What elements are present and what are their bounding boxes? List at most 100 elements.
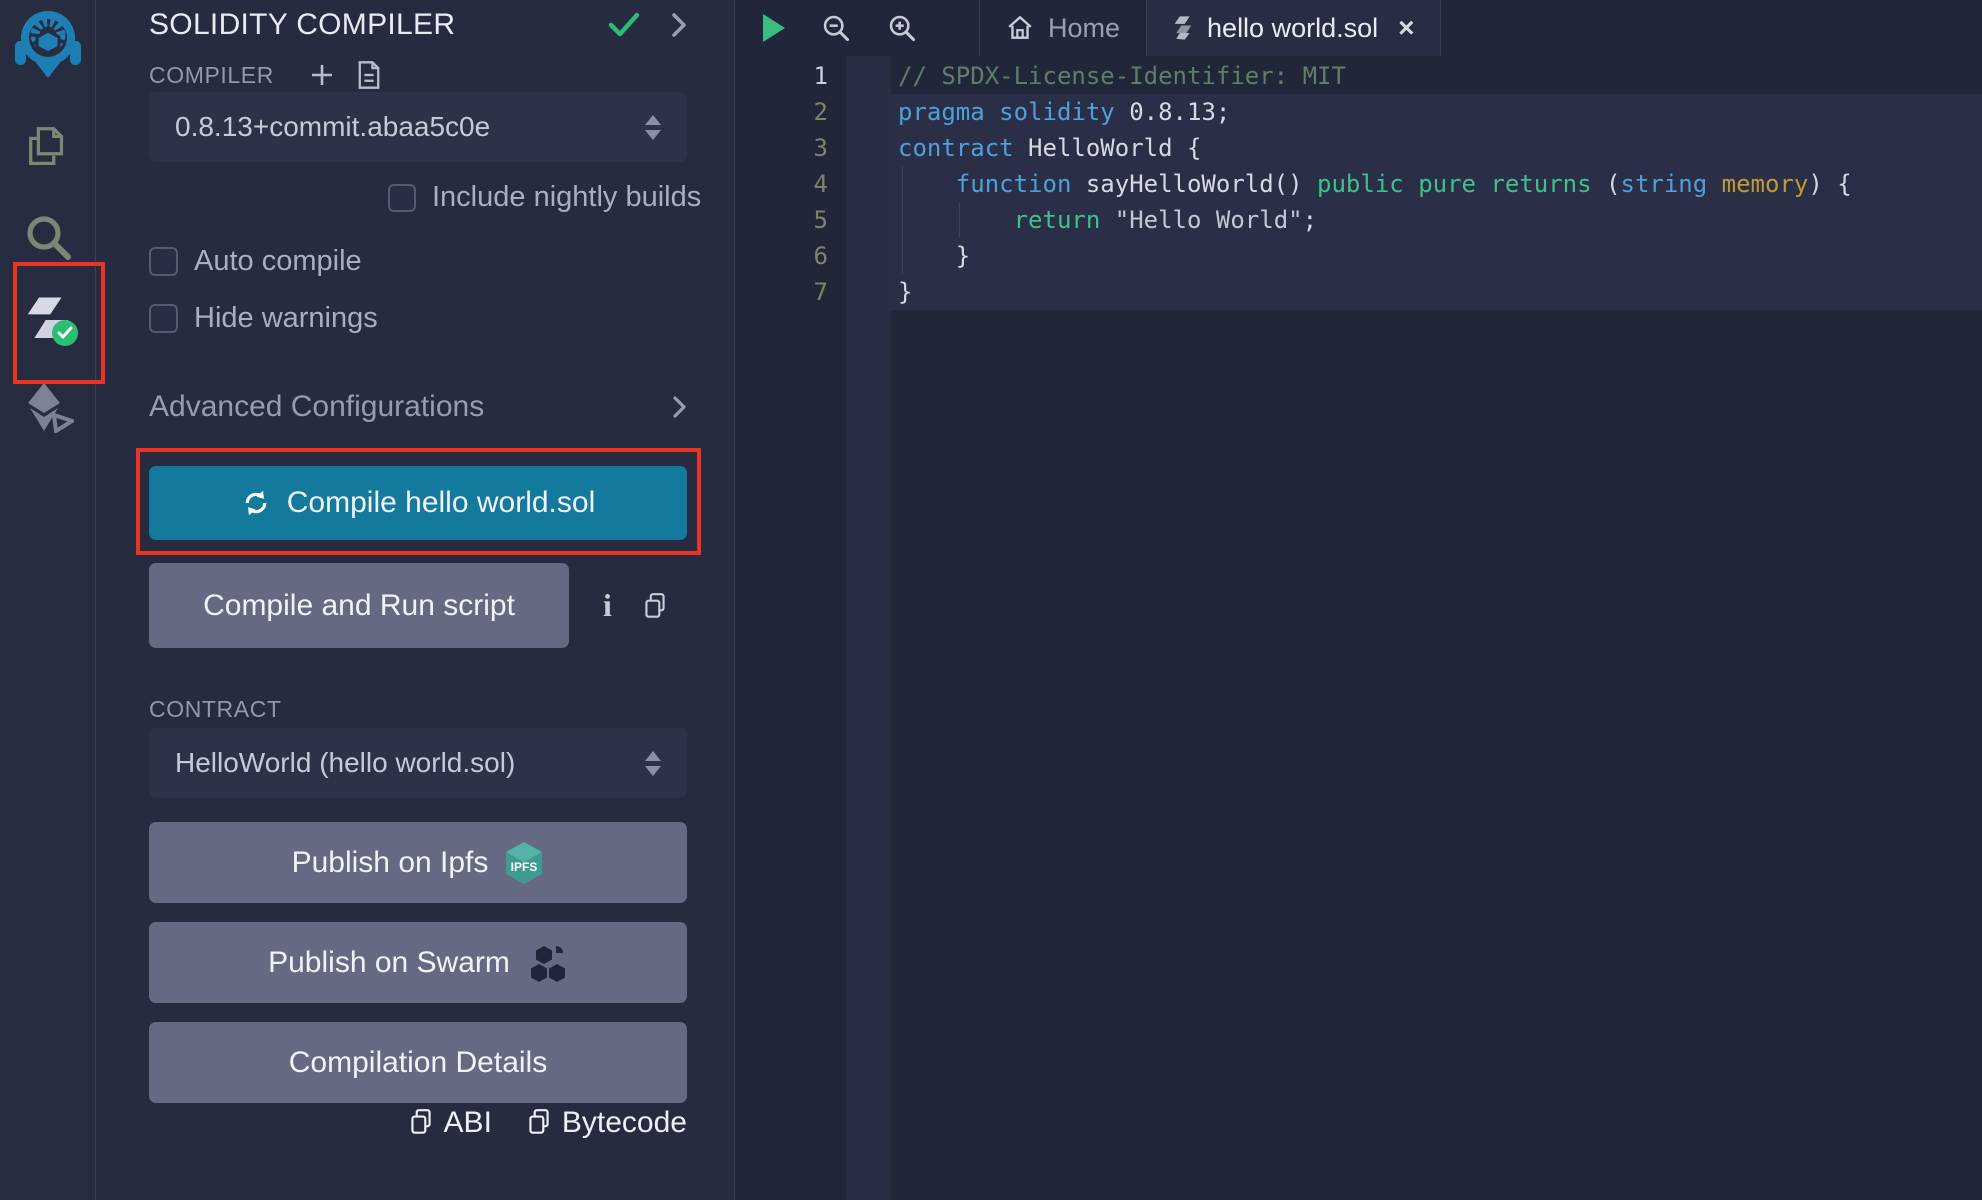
- compiler-version-value: 0.8.13+commit.abaa5c0e: [175, 111, 490, 143]
- code-line[interactable]: 3contract HelloWorld {: [735, 130, 1982, 166]
- chevron-right-icon: [672, 395, 687, 419]
- copy-icon: [526, 1108, 552, 1138]
- refresh-icon: [241, 488, 271, 518]
- compile-and-run-label: Compile and Run script: [203, 589, 515, 623]
- publish-swarm-button[interactable]: Publish on Swarm: [149, 922, 687, 1003]
- contract-select-value: HelloWorld (hello world.sol): [175, 747, 515, 779]
- sidebar-item-deploy-run[interactable]: [0, 378, 95, 436]
- remix-logo[interactable]: [0, 6, 95, 80]
- remix-logo-icon: [15, 7, 81, 79]
- line-number: 3: [735, 130, 844, 166]
- svg-text:IPFS: IPFS: [511, 860, 538, 874]
- info-icon[interactable]: i: [603, 587, 612, 624]
- line-number: 1: [735, 58, 844, 94]
- add-compiler-icon[interactable]: [308, 61, 336, 89]
- compile-button[interactable]: Compile hello world.sol: [149, 466, 687, 540]
- line-number: 2: [735, 94, 844, 130]
- remix-ide: SOLIDITY COMPILER COMPILER 0.8.: [0, 0, 1982, 1200]
- copy-bytecode-button[interactable]: Bytecode: [526, 1106, 687, 1140]
- auto-compile-label: Auto compile: [194, 245, 362, 278]
- compiler-section-header: COMPILER: [149, 60, 687, 90]
- sidebar-item-search[interactable]: [0, 208, 95, 266]
- solidity-compiler-panel: SOLIDITY COMPILER COMPILER 0.8.: [96, 0, 735, 1200]
- activity-sidebar: [0, 0, 96, 1200]
- hide-warnings-row: Hide warnings: [149, 302, 378, 335]
- publish-swarm-label: Publish on Swarm: [268, 946, 510, 980]
- contract-label: CONTRACT: [149, 696, 687, 723]
- code-line[interactable]: 2pragma solidity 0.8.13;: [735, 94, 1982, 130]
- compiled-check-icon: [607, 11, 641, 39]
- hide-warnings-checkbox[interactable]: [149, 304, 178, 333]
- code-line[interactable]: 4 function sayHelloWorld() public pure r…: [735, 166, 1982, 202]
- compile-button-label: Compile hello world.sol: [287, 486, 595, 520]
- tab-home[interactable]: Home: [980, 0, 1146, 56]
- code-text: }: [844, 238, 970, 274]
- advanced-configurations-toggle[interactable]: Advanced Configurations: [149, 390, 687, 424]
- code-line[interactable]: 7}: [735, 274, 1982, 310]
- zoom-in-icon[interactable]: [887, 13, 917, 43]
- copy-icon[interactable]: [642, 591, 668, 621]
- editor-toolbar: [735, 0, 979, 56]
- code-text: // SPDX-License-Identifier: MIT: [844, 58, 1346, 94]
- close-tab-icon[interactable]: ×: [1398, 12, 1414, 44]
- home-icon: [1006, 14, 1034, 42]
- editor-tabbar: Home hello world.sol ×: [735, 0, 1982, 56]
- compiler-doc-icon[interactable]: [356, 60, 382, 90]
- code-line[interactable]: 1// SPDX-License-Identifier: MIT: [735, 58, 1982, 94]
- tab-hello-world-sol[interactable]: hello world.sol ×: [1146, 0, 1441, 56]
- file-explorer-icon: [23, 121, 73, 173]
- code-lines: 1// SPDX-License-Identifier: MIT2pragma …: [735, 56, 1982, 310]
- compilation-details-label: Compilation Details: [289, 1046, 547, 1080]
- select-arrows-icon: [645, 751, 661, 776]
- compile-success-badge: [52, 320, 78, 346]
- abi-bytecode-row: ABI Bytecode: [149, 1106, 687, 1140]
- select-arrows-icon: [645, 115, 661, 140]
- hide-warnings-label: Hide warnings: [194, 302, 378, 335]
- panel-header: SOLIDITY COMPILER: [149, 8, 687, 42]
- publish-ipfs-label: Publish on Ipfs: [292, 846, 489, 880]
- line-number: 5: [735, 202, 844, 238]
- line-number: 7: [735, 274, 844, 310]
- include-nightly-label: Include nightly builds: [432, 181, 701, 214]
- line-number: 6: [735, 238, 844, 274]
- copy-abi-button[interactable]: ABI: [408, 1106, 492, 1140]
- compilation-details-button[interactable]: Compilation Details: [149, 1022, 687, 1103]
- advanced-configurations-label: Advanced Configurations: [149, 390, 484, 424]
- code-line[interactable]: 6 }: [735, 238, 1982, 274]
- ipfs-icon: IPFS: [504, 841, 544, 885]
- compile-run-row: Compile and Run script i: [149, 563, 687, 648]
- auto-compile-row: Auto compile: [149, 245, 362, 278]
- contract-select[interactable]: HelloWorld (hello world.sol): [149, 728, 687, 798]
- page-title: SOLIDITY COMPILER: [149, 8, 455, 42]
- zoom-out-icon[interactable]: [821, 13, 851, 43]
- code-text: return "Hello World";: [844, 202, 1317, 238]
- tab-home-label: Home: [1048, 13, 1120, 44]
- editor-area: Home hello world.sol × 1// SPDX-License-…: [735, 0, 1982, 1200]
- deploy-run-icon: [22, 381, 74, 433]
- abi-label: ABI: [444, 1106, 492, 1140]
- publish-ipfs-button[interactable]: Publish on Ipfs IPFS: [149, 822, 687, 903]
- solidity-file-icon: [1173, 15, 1193, 41]
- tab-file-label: hello world.sol: [1207, 13, 1378, 44]
- compiler-version-select[interactable]: 0.8.13+commit.abaa5c0e: [149, 92, 687, 162]
- copy-icon: [408, 1108, 434, 1138]
- code-text: pragma solidity 0.8.13;: [844, 94, 1230, 130]
- run-script-icon[interactable]: [763, 14, 785, 42]
- code-editor[interactable]: 1// SPDX-License-Identifier: MIT2pragma …: [735, 56, 1982, 1200]
- panel-collapse-chevron-icon[interactable]: [671, 12, 687, 38]
- code-line[interactable]: 5 return "Hello World";: [735, 202, 1982, 238]
- include-nightly-checkbox[interactable]: [388, 184, 416, 212]
- sidebar-item-solidity-compiler[interactable]: [0, 288, 95, 352]
- sidebar-item-file-explorer[interactable]: [0, 118, 95, 176]
- swarm-icon: [526, 942, 568, 984]
- search-icon: [22, 211, 74, 263]
- compile-and-run-button[interactable]: Compile and Run script: [149, 563, 569, 648]
- auto-compile-checkbox[interactable]: [149, 247, 178, 276]
- bytecode-label: Bytecode: [562, 1106, 687, 1140]
- include-nightly-row: Include nightly builds: [388, 181, 701, 214]
- line-number: 4: [735, 166, 844, 202]
- code-text: }: [844, 274, 912, 310]
- code-text: function sayHelloWorld() public pure ret…: [844, 166, 1852, 202]
- code-text: contract HelloWorld {: [844, 130, 1201, 166]
- compiler-label: COMPILER: [149, 62, 274, 89]
